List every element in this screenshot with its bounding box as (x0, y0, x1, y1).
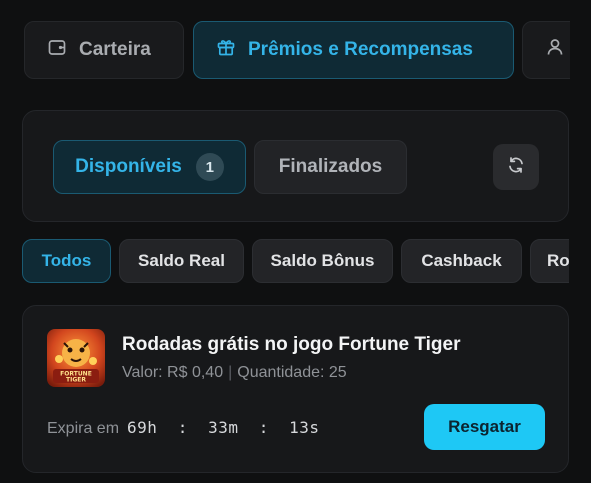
status-panel: Disponíveis 1 Finalizados (22, 110, 569, 222)
tab-wallet[interactable]: Carteira (24, 21, 184, 79)
filter-chip-real-balance[interactable]: Saldo Real (119, 239, 244, 283)
thumbnail-text-line2: TIGER (66, 377, 86, 384)
tab-rewards-label: Prêmios e Recompensas (248, 39, 473, 60)
filter-chip-bonus-balance[interactable]: Saldo Bônus (252, 239, 393, 283)
gift-icon (216, 37, 236, 63)
tab-available-label: Disponíveis (75, 156, 182, 177)
wallet-icon (47, 37, 67, 63)
reward-meta: Valor: R$ 0,40 | Quantidade: 25 (122, 364, 347, 382)
filter-chips: Todos Saldo Real Saldo Bônus Cashback Ro (22, 239, 569, 285)
tab-wallet-label: Carteira (79, 39, 151, 60)
count-badge: 1 (195, 153, 224, 181)
expiry-timer: 69h : 33m : 13s (127, 418, 320, 437)
user-icon (545, 37, 565, 63)
expiry-label: Expira em (47, 420, 120, 437)
tab-finished-label: Finalizados (278, 156, 383, 177)
meta-separator: | (228, 364, 233, 381)
reward-title: Rodadas grátis no jogo Fortune Tiger (122, 334, 461, 355)
reward-card: FORTUNE TIGER Rodadas grátis no jogo For… (22, 305, 569, 473)
reward-quantity: Quantidade: 25 (237, 364, 347, 381)
filter-chip-more[interactable]: Ro (530, 239, 569, 283)
refresh-button[interactable] (493, 144, 539, 190)
reward-value: Valor: R$ 0,40 (122, 364, 224, 381)
tab-profile[interactable] (522, 21, 570, 79)
filter-chip-all[interactable]: Todos (22, 239, 111, 283)
top-tabs: Carteira Prêmios e Recompensas (24, 21, 570, 81)
game-thumbnail: FORTUNE TIGER (47, 329, 105, 387)
filter-chip-cashback[interactable]: Cashback (401, 239, 522, 283)
tab-rewards[interactable]: Prêmios e Recompensas (193, 21, 514, 79)
refresh-icon (506, 155, 526, 180)
tab-finished[interactable]: Finalizados (254, 140, 407, 194)
tab-available[interactable]: Disponíveis 1 (53, 140, 246, 194)
expiry: Expira em 69h : 33m : 13s (47, 418, 320, 438)
claim-button[interactable]: Resgatar (424, 404, 545, 450)
